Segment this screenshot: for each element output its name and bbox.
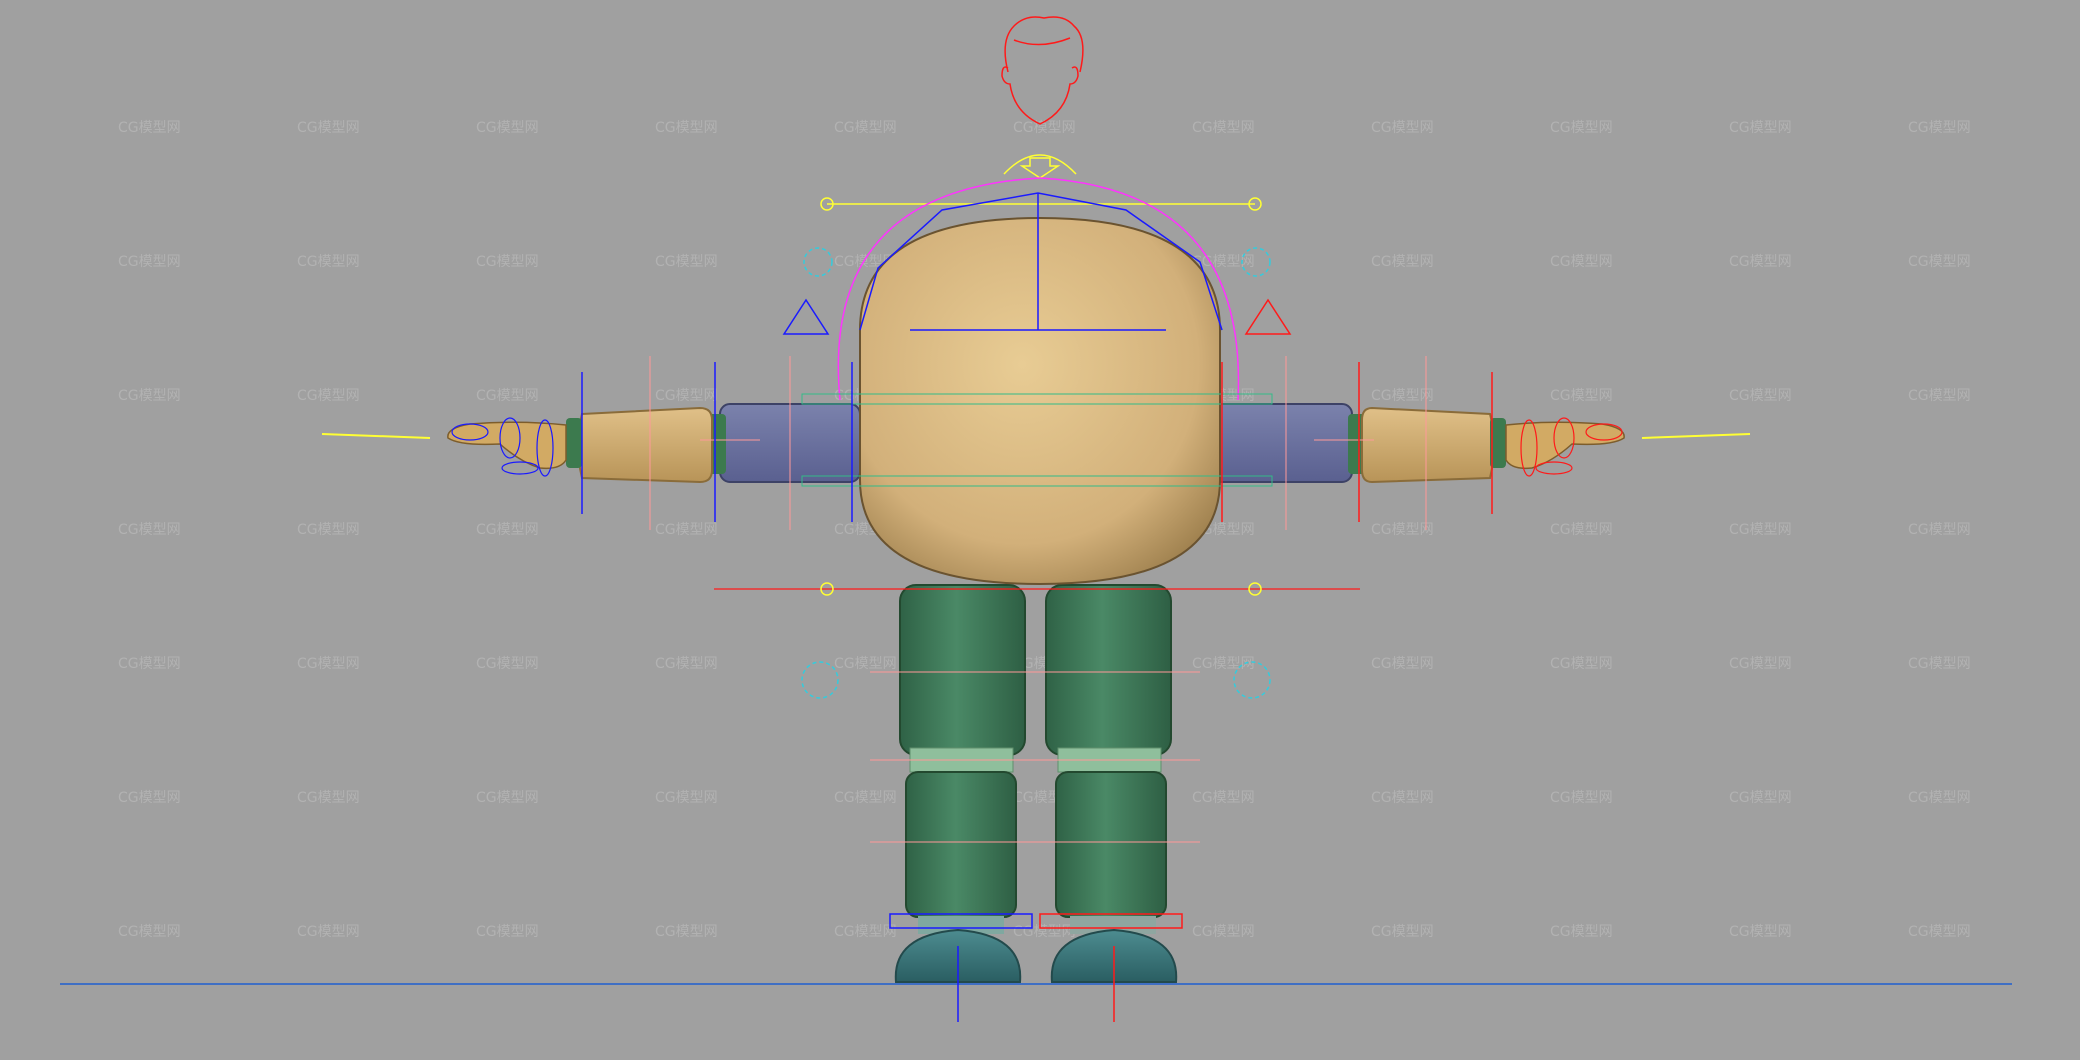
left-hand[interactable] — [447, 421, 567, 470]
left-forearm[interactable] — [577, 406, 713, 484]
watermark-text: CG模型网 — [297, 388, 360, 404]
watermark-text: CG模型网 — [297, 120, 360, 136]
watermark-text: CG模型网 — [1550, 254, 1613, 270]
watermark-text: CG模型网 — [834, 790, 897, 806]
watermark-text: CG模型网 — [1550, 656, 1613, 672]
watermark-text: CG模型网 — [1550, 120, 1613, 136]
watermark-text: CG模型网 — [1908, 120, 1971, 136]
watermark-text: CG模型网 — [655, 120, 718, 136]
watermark-text: CG模型网 — [1908, 924, 1971, 940]
watermark-text: CG模型网 — [118, 656, 181, 672]
watermark-text: CG模型网 — [1729, 388, 1792, 404]
face-outline-icon[interactable] — [1001, 16, 1084, 125]
watermark-text: CG模型网 — [1729, 790, 1792, 806]
gear-outline-icon[interactable] — [801, 661, 839, 699]
watermark-text: CG模型网 — [1550, 790, 1613, 806]
watermark-text: CG模型网 — [118, 790, 181, 806]
left-thigh[interactable] — [899, 584, 1026, 756]
watermark-text: CG模型网 — [1192, 120, 1255, 136]
watermark-text: CG模型网 — [834, 924, 897, 940]
right-shin[interactable] — [1055, 771, 1167, 918]
watermark-text: CG模型网 — [1371, 388, 1434, 404]
watermark-text: CG模型网 — [1371, 790, 1434, 806]
watermark-text: CG模型网 — [1729, 522, 1792, 538]
watermark-text: CG模型网 — [297, 790, 360, 806]
shoulder-control[interactable] — [820, 197, 1262, 211]
watermark-text: CG模型网 — [1908, 254, 1971, 270]
watermark-text: CG模型网 — [476, 924, 539, 940]
watermark-text: CG模型网 — [1371, 924, 1434, 940]
watermark-text: CG模型网 — [1908, 656, 1971, 672]
watermark-text: CG模型网 — [1371, 254, 1434, 270]
watermark-text: CG模型网 — [655, 790, 718, 806]
watermark-text: CG模型网 — [1908, 790, 1971, 806]
legs[interactable] — [894, 584, 1178, 983]
watermark-text: CG模型网 — [1192, 924, 1255, 940]
watermark-text: CG模型网 — [834, 120, 897, 136]
watermark-text: CG模型网 — [1729, 656, 1792, 672]
watermark-text: CG模型网 — [297, 656, 360, 672]
right-hand[interactable] — [1505, 421, 1625, 470]
watermark-text: CG模型网 — [1192, 790, 1255, 806]
right-thigh[interactable] — [1045, 584, 1172, 756]
watermark-text: CG模型网 — [655, 522, 718, 538]
watermark-text: CG模型网 — [655, 388, 718, 404]
watermark-text: CG模型网 — [1371, 522, 1434, 538]
watermark-text: CG模型网 — [1371, 656, 1434, 672]
watermark-text: CG模型网 — [1729, 120, 1792, 136]
watermark-text: CG模型网 — [1371, 120, 1434, 136]
watermark-text: CG模型网 — [1013, 924, 1076, 940]
watermark-text: CG模型网 — [118, 120, 181, 136]
watermark-text: CG模型网 — [1550, 388, 1613, 404]
watermark-text: CG模型网 — [118, 388, 181, 404]
left-wrist-cuff — [566, 418, 582, 468]
watermark-text: CG模型网 — [1908, 522, 1971, 538]
left-hand-tip-line — [321, 433, 431, 439]
watermark-text: CG模型网 — [1908, 388, 1971, 404]
watermark-text: CG模型网 — [476, 254, 539, 270]
left-shin[interactable] — [905, 771, 1017, 918]
watermark-text: CG模型网 — [655, 924, 718, 940]
watermark-text: CG模型网 — [655, 656, 718, 672]
right-hand-tip-line — [1641, 433, 1751, 439]
watermark-text: CG模型网 — [297, 254, 360, 270]
scene-canvas[interactable]: CG模型网 CG模型网 CG模型网 CG模型网 CG模型网 CG模型网 CG模型网 CG模型网… — [0, 0, 2080, 1060]
triangle-icon[interactable] — [1244, 298, 1292, 335]
right-upper-arm[interactable] — [1211, 403, 1353, 483]
watermark-text: CG模型网 — [118, 522, 181, 538]
torso-body[interactable] — [859, 216, 1221, 586]
watermark-text: CG模型网 — [1550, 924, 1613, 940]
watermark-text: CG模型网 — [1550, 522, 1613, 538]
watermark-text: CG模型网 — [476, 656, 539, 672]
watermark-text: CG模型网 — [476, 522, 539, 538]
watermark-text: CG模型网 — [118, 254, 181, 270]
watermark-text: CG模型网 — [297, 924, 360, 940]
right-forearm[interactable] — [1361, 406, 1495, 484]
watermark-text: CG模型网 — [655, 254, 718, 270]
watermark-text: CG模型网 — [1729, 254, 1792, 270]
watermark-text: CG模型网 — [834, 656, 897, 672]
watermark-text: CG模型网 — [476, 388, 539, 404]
watermark-text: CG模型网 — [476, 120, 539, 136]
arrow-down-icon[interactable] — [1003, 154, 1077, 179]
gear-outline-icon[interactable] — [803, 247, 833, 277]
triangle-icon[interactable] — [782, 298, 830, 335]
watermark-text: CG模型网 — [297, 522, 360, 538]
watermark-text: CG模型网 — [1729, 924, 1792, 940]
watermark-text: CG模型网 — [118, 924, 181, 940]
maya-viewport[interactable]: CG模型网 CG模型网 CG模型网 CG模型网 CG模型网 CG模型网 CG模型网 CG模型网… — [0, 0, 2080, 1060]
watermark-text: CG模型网 — [476, 790, 539, 806]
